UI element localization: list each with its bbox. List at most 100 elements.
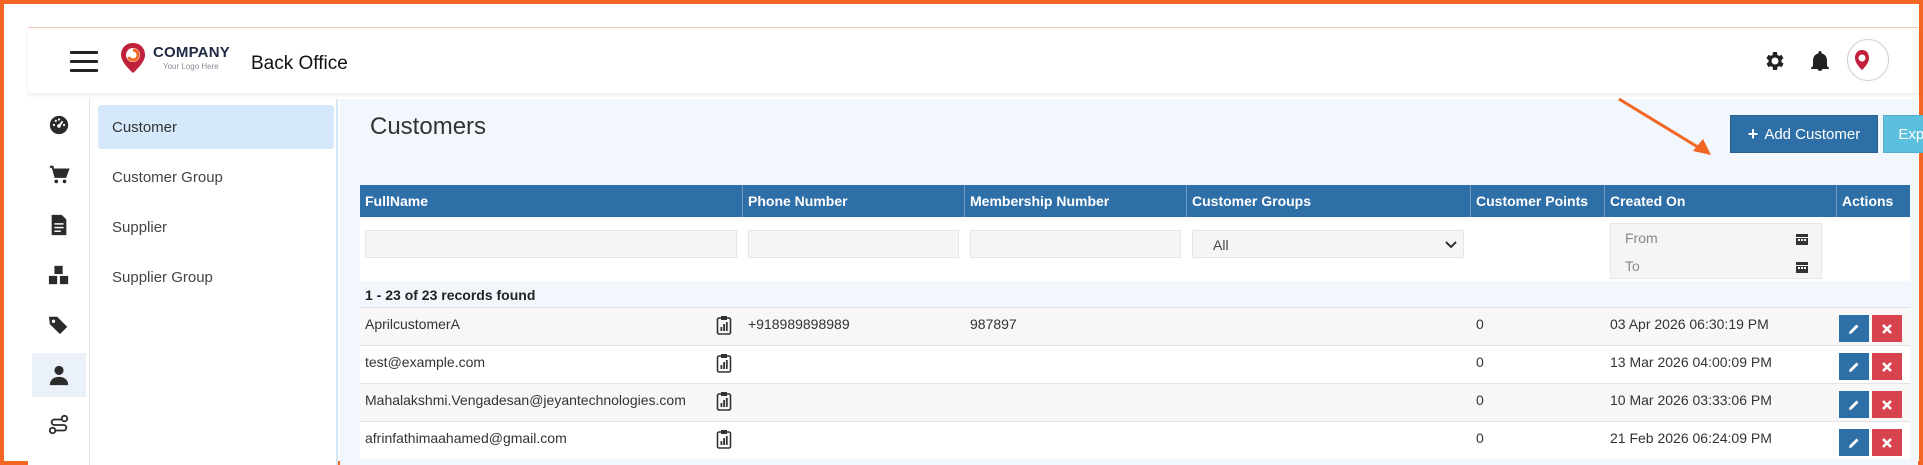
submenu-item-supplier[interactable]: Supplier <box>98 205 334 249</box>
pencil-icon <box>1849 438 1859 448</box>
column-header-points[interactable]: Customer Points <box>1471 185 1605 217</box>
cell-fullname: afrinfathimaahamed@gmail.com <box>365 430 567 446</box>
table-row: AprilcustomerA +918989898989 987897 0 03… <box>360 307 1910 345</box>
date-from-input[interactable]: From <box>1625 230 1658 246</box>
close-icon <box>1882 437 1892 448</box>
bell-icon[interactable] <box>1808 49 1832 73</box>
created-on-filter: From To <box>1610 223 1822 279</box>
submenu-item-customer[interactable]: Customer <box>98 105 334 149</box>
column-header-membership[interactable]: Membership Number <box>965 185 1187 217</box>
cell-membership <box>965 346 970 384</box>
rail-item-customers[interactable] <box>32 353 86 397</box>
main-content: Customers + Add Customer Export FullName… <box>340 97 1923 465</box>
cell-phone <box>743 384 748 422</box>
membership-filter-input[interactable] <box>970 230 1181 258</box>
add-customer-button[interactable]: + Add Customer <box>1730 115 1878 153</box>
chevron-down-icon <box>1445 241 1457 249</box>
clipboard-chart-icon[interactable] <box>716 429 732 449</box>
customer-group-filter-select[interactable]: All <box>1192 230 1464 258</box>
cell-points: 0 <box>1476 354 1484 370</box>
cell-points: 0 <box>1476 392 1484 408</box>
close-icon <box>1882 399 1892 410</box>
records-count: 1 - 23 of 23 records found <box>365 287 536 303</box>
customer-group-selected: All <box>1213 237 1229 253</box>
route-icon <box>48 414 69 435</box>
logo-tagline: Your Logo Here <box>163 62 219 71</box>
submenu-item-customer-group[interactable]: Customer Group <box>98 155 334 199</box>
column-header-fullname[interactable]: FullName <box>360 185 743 217</box>
rail-item-tags[interactable] <box>32 303 86 347</box>
edit-button[interactable] <box>1839 315 1869 342</box>
app-shell: COMPANY Your Logo Here Back Office Custo… <box>28 25 1923 465</box>
edit-button[interactable] <box>1839 429 1869 456</box>
submenu-item-supplier-group[interactable]: Supplier Group <box>98 255 334 299</box>
gear-icon[interactable] <box>1763 49 1787 73</box>
edit-button[interactable] <box>1839 391 1869 418</box>
top-header: COMPANY Your Logo Here Back Office <box>28 29 1918 93</box>
clipboard-chart-icon[interactable] <box>716 391 732 411</box>
phone-filter-input[interactable] <box>748 230 959 258</box>
cell-groups <box>1187 384 1192 422</box>
clipboard-chart-icon[interactable] <box>716 315 732 335</box>
document-icon <box>51 214 67 236</box>
close-icon <box>1882 361 1892 372</box>
cell-created: 21 Feb 2026 06:24:09 PM <box>1610 430 1772 446</box>
delete-button[interactable] <box>1872 391 1902 418</box>
cell-groups <box>1187 346 1192 384</box>
cell-points: 0 <box>1476 316 1484 332</box>
dashboard-icon <box>49 115 69 135</box>
edit-button[interactable] <box>1839 353 1869 380</box>
cell-membership <box>965 384 970 422</box>
plus-icon: + <box>1747 123 1759 144</box>
boxes-icon <box>48 265 69 285</box>
tags-icon <box>48 316 68 335</box>
export-button[interactable]: Export <box>1883 115 1923 153</box>
rail-item-documents[interactable] <box>32 203 86 247</box>
rail-item-inventory[interactable] <box>32 253 86 297</box>
delete-button[interactable] <box>1872 315 1902 342</box>
rail-item-orders[interactable] <box>32 153 86 197</box>
app-title: Back Office <box>251 53 348 74</box>
logo-name: COMPANY <box>153 44 230 61</box>
clipboard-chart-icon[interactable] <box>716 353 732 373</box>
cell-membership: 987897 <box>970 316 1017 332</box>
column-header-phone[interactable]: Phone Number <box>743 185 965 217</box>
company-logo[interactable]: COMPANY Your Logo Here <box>118 41 230 75</box>
cell-phone <box>743 346 748 384</box>
cell-groups <box>1187 422 1192 460</box>
menu-icon[interactable] <box>70 51 98 73</box>
cell-phone: +918989898989 <box>748 316 850 332</box>
table-row: afrinfathimaahamed@gmail.com 0 21 Feb 20… <box>360 421 1910 459</box>
column-header-created[interactable]: Created On <box>1605 185 1837 217</box>
fullname-filter-input[interactable] <box>365 230 737 258</box>
pencil-icon <box>1849 400 1859 410</box>
cell-points: 0 <box>1476 430 1484 446</box>
table-header: FullName Phone Number Membership Number … <box>360 185 1910 217</box>
cell-fullname: AprilcustomerA <box>365 316 460 332</box>
delete-button[interactable] <box>1872 429 1902 456</box>
cell-created: 03 Apr 2026 06:30:19 PM <box>1610 316 1769 332</box>
column-header-actions: Actions <box>1842 193 1894 209</box>
avatar[interactable] <box>1847 39 1889 81</box>
cell-fullname: Mahalakshmi.Vengadesan@jeyantechnologies… <box>365 392 686 408</box>
table-row: Mahalakshmi.Vengadesan@jeyantechnologies… <box>360 383 1910 421</box>
rail-item-dashboard[interactable] <box>32 103 86 147</box>
rail-item-routes[interactable] <box>32 403 86 447</box>
close-icon <box>1882 323 1892 334</box>
calendar-from-icon[interactable] <box>1795 232 1809 246</box>
company-avatar-icon <box>1849 41 1888 80</box>
cell-created: 10 Mar 2026 03:33:06 PM <box>1610 392 1772 408</box>
cell-membership <box>965 422 970 460</box>
cell-fullname: test@example.com <box>365 354 486 370</box>
page-title: Customers <box>370 113 487 140</box>
add-customer-label: Add Customer <box>1764 125 1861 143</box>
delete-button[interactable] <box>1872 353 1902 380</box>
cell-created: 13 Mar 2026 04:00:09 PM <box>1610 354 1772 370</box>
date-to-input[interactable]: To <box>1625 258 1640 274</box>
customer-submenu: Customer Customer Group Supplier Supplie… <box>90 99 338 465</box>
column-header-groups[interactable]: Customer Groups <box>1187 185 1471 217</box>
icon-rail <box>28 99 90 465</box>
calendar-to-icon[interactable] <box>1795 260 1809 274</box>
filter-row: All From To <box>360 217 1910 281</box>
cart-icon <box>49 165 70 184</box>
